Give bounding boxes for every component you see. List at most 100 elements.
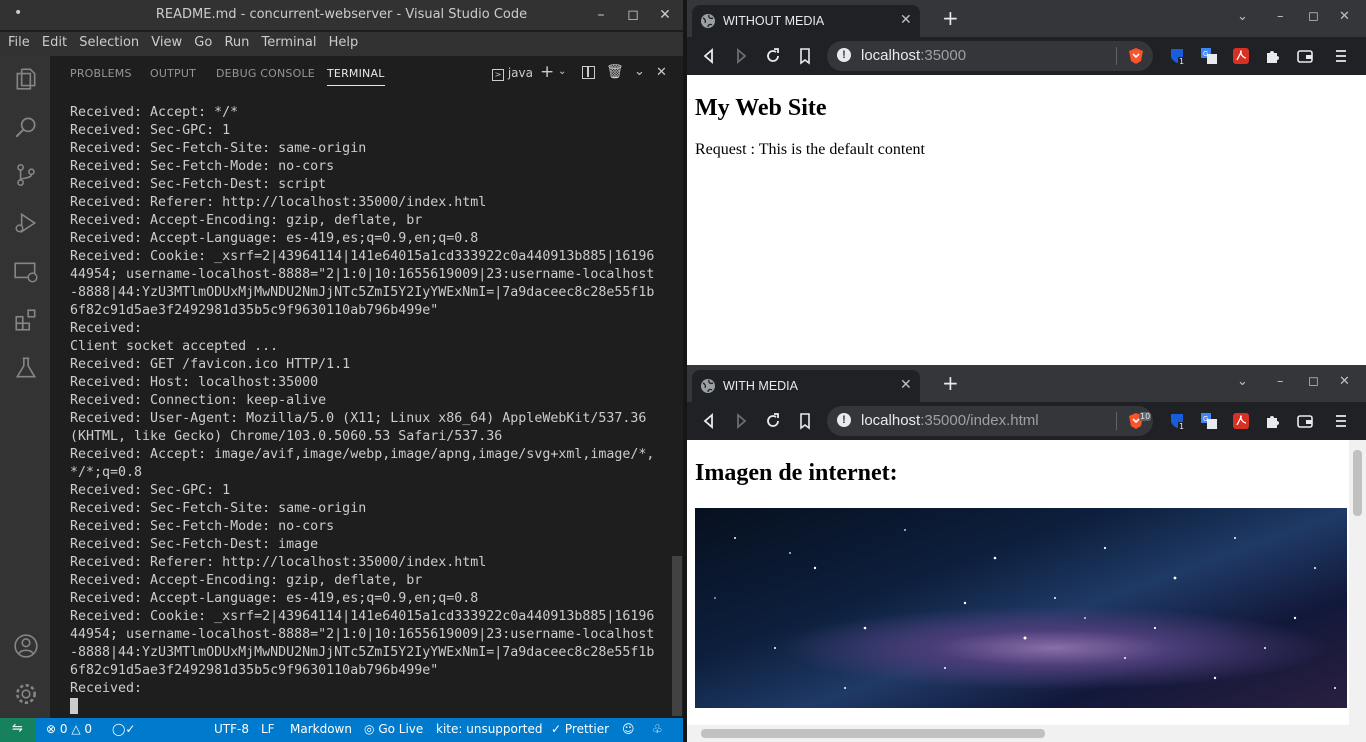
- reload-icon[interactable]: [764, 412, 782, 430]
- menu-selection[interactable]: Selection: [79, 32, 139, 50]
- menu-bar: File Edit Selection View Go Run Terminal…: [0, 32, 683, 56]
- maximize-icon[interactable]: ◻: [624, 6, 642, 24]
- maximize-icon[interactable]: ◻: [1308, 9, 1319, 24]
- menu-terminal[interactable]: Terminal: [262, 32, 317, 50]
- terminal-line: Received: Connection: keep-alive: [70, 393, 327, 408]
- menu-view[interactable]: View: [151, 32, 182, 50]
- account-icon[interactable]: [13, 633, 39, 659]
- terminal-area[interactable]: Received: Accept: */* Received: Sec-GPC: …: [50, 92, 672, 718]
- menu-run[interactable]: Run: [224, 32, 249, 50]
- bookmark-icon[interactable]: [796, 412, 814, 430]
- prettier-status[interactable]: ✓ Prettier: [551, 722, 609, 736]
- new-tab-icon[interactable]: +: [942, 6, 959, 30]
- tab-close-icon[interactable]: ✕: [900, 377, 912, 393]
- back-icon[interactable]: [700, 412, 718, 430]
- language-status[interactable]: Markdown: [290, 722, 352, 736]
- tab-title: WITH MEDIA: [723, 379, 798, 393]
- browser-tab-with-media[interactable]: WITH MEDIA ✕: [692, 370, 920, 402]
- tab-debug-console[interactable]: DEBUG CONSOLE: [216, 67, 315, 80]
- files-icon[interactable]: [13, 66, 39, 92]
- site-info-icon[interactable]: !: [837, 48, 851, 62]
- feedback-icon[interactable]: ☺: [622, 722, 635, 736]
- remote-explorer-icon[interactable]: [13, 259, 39, 285]
- remote-indicator[interactable]: ⇋: [0, 718, 36, 742]
- site-info-icon[interactable]: !: [837, 413, 851, 427]
- run-debug-icon[interactable]: [13, 210, 39, 236]
- window-title: README.md - concurrent-webserver - Visua…: [155, 7, 528, 22]
- tab-problems[interactable]: PROBLEMS: [70, 67, 132, 80]
- new-terminal-icon[interactable]: +: [540, 62, 554, 82]
- forward-icon[interactable]: [732, 412, 750, 430]
- terminal-shell-selector[interactable]: > java: [492, 66, 533, 81]
- close-icon[interactable]: ✕: [1339, 374, 1350, 389]
- close-panel-icon[interactable]: ✕: [656, 65, 667, 80]
- tab-search-icon[interactable]: ⌄: [1237, 374, 1248, 389]
- vertical-scrollbar[interactable]: [1349, 440, 1366, 742]
- source-control-icon[interactable]: [13, 162, 39, 188]
- shield-check-icon[interactable]: ◯✓: [112, 722, 135, 736]
- menu-icon[interactable]: [1332, 47, 1350, 65]
- encoding-status[interactable]: UTF-8: [214, 722, 249, 736]
- terminal-line: -8888|44:YzU3MTlmODUxMjMwNDU2NmJjNTc5ZmI…: [70, 645, 655, 660]
- terminal-line: Received: Sec-Fetch-Dest: image: [70, 537, 319, 552]
- back-icon[interactable]: [700, 47, 718, 65]
- tab-close-icon[interactable]: ✕: [900, 12, 912, 28]
- problems-status[interactable]: ⊗ 0 △ 0: [46, 722, 92, 736]
- minimize-icon[interactable]: –: [592, 6, 610, 24]
- trash-icon[interactable]: 🗑: [606, 64, 624, 80]
- address-bar[interactable]: ! localhost:35000: [827, 41, 1153, 71]
- menu-edit[interactable]: Edit: [42, 32, 67, 50]
- testing-icon[interactable]: [13, 355, 39, 381]
- eol-status[interactable]: LF: [261, 722, 275, 736]
- maximize-icon[interactable]: ◻: [1308, 374, 1319, 389]
- wallet-icon[interactable]: [1296, 412, 1314, 430]
- chevron-down-icon[interactable]: ⌄: [558, 66, 566, 77]
- close-icon[interactable]: ✕: [1339, 9, 1350, 24]
- reload-icon[interactable]: [764, 47, 782, 65]
- notifications-icon[interactable]: ♧: [652, 722, 663, 736]
- url-text: localhost:35000/index.html: [861, 412, 1039, 429]
- extensions-puzzle-icon[interactable]: [1264, 47, 1282, 65]
- kite-status[interactable]: kite: unsupported: [436, 722, 543, 736]
- extensions-puzzle-icon[interactable]: [1264, 412, 1282, 430]
- new-tab-icon[interactable]: +: [942, 371, 959, 395]
- maximize-panel-icon[interactable]: ⌄: [634, 64, 645, 79]
- address-bar[interactable]: ! localhost:35000/index.html: [827, 406, 1153, 436]
- toolbar-divider: [1116, 412, 1117, 430]
- pdf-icon[interactable]: [1232, 412, 1250, 430]
- settings-gear-icon[interactable]: [13, 681, 39, 707]
- minimize-icon[interactable]: –: [1277, 9, 1284, 24]
- tab-search-icon[interactable]: ⌄: [1237, 9, 1248, 24]
- translate-icon[interactable]: G: [1200, 47, 1218, 65]
- tab-terminal[interactable]: TERMINAL: [327, 67, 385, 86]
- vertical-scroll-thumb[interactable]: [1353, 450, 1362, 516]
- horizontal-scrollbar[interactable]: [687, 725, 1349, 742]
- go-live-button[interactable]: ◎ Go Live: [364, 722, 423, 736]
- forward-icon[interactable]: [732, 47, 750, 65]
- split-terminal-icon[interactable]: [582, 66, 595, 79]
- minimize-icon[interactable]: –: [1277, 374, 1284, 389]
- brave-shield-icon[interactable]: [1127, 47, 1145, 65]
- browser-tab-without-media[interactable]: WITHOUT MEDIA ✕: [692, 5, 920, 37]
- check-all-icon: ✓: [551, 722, 562, 736]
- menu-help[interactable]: Help: [329, 32, 359, 50]
- vscode-window: • README.md - concurrent-webserver - Vis…: [0, 0, 683, 742]
- menu-file[interactable]: File: [8, 32, 30, 50]
- pdf-icon[interactable]: [1232, 47, 1250, 65]
- search-icon[interactable]: [13, 114, 39, 140]
- bookmark-icon[interactable]: [796, 47, 814, 65]
- page-heading: Imagen de internet:: [695, 460, 898, 486]
- horizontal-scroll-thumb[interactable]: [701, 729, 1045, 738]
- toolbar-divider: [1116, 47, 1117, 65]
- terminal-line: 44954; username-localhost-8888="2|1:0|10…: [70, 267, 655, 282]
- extensions-icon[interactable]: [13, 307, 39, 333]
- translate-icon[interactable]: G: [1200, 412, 1218, 430]
- close-icon[interactable]: ✕: [656, 6, 674, 24]
- terminal-scrollbar[interactable]: [672, 556, 682, 716]
- menu-icon[interactable]: [1332, 412, 1350, 430]
- page-heading: My Web Site: [695, 95, 827, 121]
- menu-go[interactable]: Go: [194, 32, 212, 50]
- tab-output[interactable]: OUTPUT: [150, 67, 196, 80]
- wallet-icon[interactable]: [1296, 47, 1314, 65]
- terminal-line: Received: Cookie: _xsrf=2|43964114|141e6…: [70, 609, 655, 624]
